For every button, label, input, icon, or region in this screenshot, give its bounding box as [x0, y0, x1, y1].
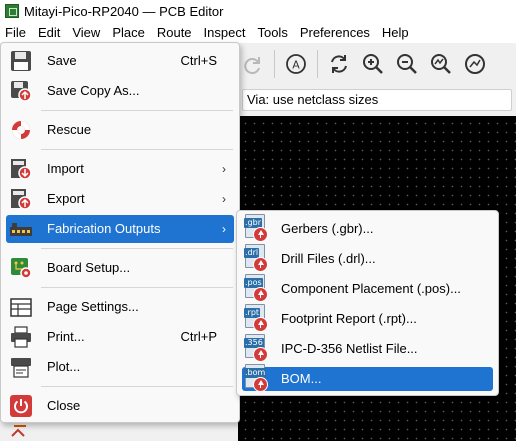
menu-item-rescue[interactable]: Rescue	[6, 116, 234, 144]
zoom-out-icon	[397, 54, 417, 74]
zoom-in-icon	[363, 54, 383, 74]
file-menu: Save Ctrl+S Save Copy As... Rescue Impor…	[0, 42, 240, 423]
zoom-fit-icon	[431, 54, 451, 74]
menu-separator	[41, 248, 233, 249]
auxiliary-toolbar: Via: use netclass sizes	[238, 85, 516, 115]
main-toolbar: A	[238, 43, 516, 85]
close-icon	[10, 395, 32, 417]
submenu-arrow-icon: ›	[222, 162, 226, 176]
drill-file-icon: .drl	[243, 244, 273, 274]
menu-file[interactable]: File	[0, 22, 32, 43]
submenu-item-gerbers[interactable]: .gbr Gerbers (.gbr)...	[242, 214, 493, 244]
menu-item-print[interactable]: Print... Ctrl+P	[6, 323, 234, 351]
export-icon	[10, 188, 32, 210]
menu-preferences[interactable]: Preferences	[294, 22, 376, 43]
menu-help[interactable]: Help	[376, 22, 415, 43]
netlist-file-icon: .356	[243, 334, 273, 364]
menu-item-save[interactable]: Save Ctrl+S	[6, 47, 234, 75]
menu-item-board-setup[interactable]: Board Setup...	[6, 254, 234, 282]
zoom-objects-icon	[465, 54, 485, 74]
menu-item-plot[interactable]: Plot...	[6, 353, 234, 381]
plot-icon	[10, 356, 32, 378]
menu-item-save-copy-as[interactable]: Save Copy As...	[6, 77, 234, 105]
menu-item-page-settings[interactable]: Page Settings...	[6, 293, 234, 321]
gerber-file-icon: .gbr	[243, 214, 273, 244]
refresh-icon	[331, 55, 347, 73]
svg-text:A: A	[292, 59, 300, 72]
save-copy-icon	[10, 80, 32, 102]
menu-separator	[41, 110, 233, 111]
menu-place[interactable]: Place	[106, 22, 151, 43]
rescue-icon	[10, 119, 32, 141]
submenu-item-footprint-report[interactable]: .rpt Footprint Report (.rpt)...	[242, 304, 493, 334]
placement-file-icon: .pos	[243, 274, 273, 304]
find-button[interactable]: A	[281, 49, 311, 79]
board-setup-icon	[10, 257, 32, 279]
print-icon	[10, 326, 32, 348]
import-icon	[10, 158, 32, 180]
report-file-icon: .rpt	[243, 304, 273, 334]
menu-tools[interactable]: Tools	[251, 22, 293, 43]
refresh-button[interactable]	[324, 49, 354, 79]
zoom-objects-button[interactable]	[460, 49, 490, 79]
menu-separator	[41, 386, 233, 387]
zoom-in-button[interactable]	[358, 49, 388, 79]
window-title: Mitayi-Pico-RP2040 — PCB Editor	[24, 3, 224, 19]
menu-item-export[interactable]: Export ›	[6, 185, 234, 213]
menu-edit[interactable]: Edit	[32, 22, 66, 43]
via-size-select[interactable]: Via: use netclass sizes	[242, 89, 512, 111]
zoom-out-button[interactable]	[392, 49, 422, 79]
find-icon: A	[286, 54, 306, 74]
menu-item-close[interactable]: Close	[6, 392, 234, 420]
menu-route[interactable]: Route	[151, 22, 198, 43]
menu-separator	[41, 149, 233, 150]
fabrication-icon	[10, 218, 32, 240]
submenu-item-ipc-netlist[interactable]: .356 IPC-D-356 Netlist File...	[242, 334, 493, 364]
menu-item-fabrication-outputs[interactable]: Fabrication Outputs ›	[6, 215, 234, 243]
menu-bar: File Edit View Place Route Inspect Tools…	[0, 22, 516, 43]
submenu-arrow-icon: ›	[222, 222, 226, 236]
redo-button[interactable]	[238, 49, 268, 79]
title-bar: Mitayi-Pico-RP2040 — PCB Editor	[0, 0, 516, 22]
submenu-arrow-icon: ›	[222, 192, 226, 206]
submenu-item-drill-files[interactable]: .drl Drill Files (.drl)...	[242, 244, 493, 274]
menu-view[interactable]: View	[66, 22, 106, 43]
page-settings-icon	[10, 296, 32, 318]
pcb-editor-app-icon	[5, 4, 19, 18]
submenu-item-component-placement[interactable]: .pos Component Placement (.pos)...	[242, 274, 493, 304]
fabrication-outputs-submenu: .gbr Gerbers (.gbr)... .drl Drill Files …	[236, 210, 499, 396]
submenu-item-bom[interactable]: .bom BOM...	[242, 364, 493, 394]
zoom-fit-button[interactable]	[426, 49, 456, 79]
bom-file-icon: .bom	[243, 364, 273, 394]
save-icon	[10, 50, 32, 72]
toolbar-separator	[317, 50, 318, 78]
redo-icon	[244, 57, 260, 75]
menu-item-import[interactable]: Import ›	[6, 155, 234, 183]
menu-separator	[41, 287, 233, 288]
toolbar-separator	[274, 50, 275, 78]
menu-inspect[interactable]: Inspect	[198, 22, 252, 43]
route-tool-icon[interactable]	[10, 420, 30, 440]
